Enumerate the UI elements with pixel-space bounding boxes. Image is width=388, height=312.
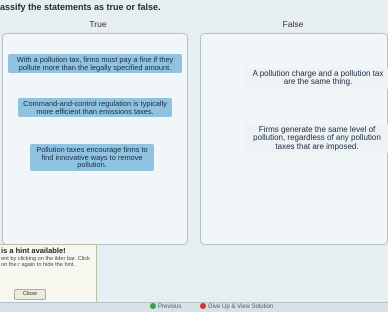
previous-button[interactable]: Previous xyxy=(150,303,181,312)
hint-body: ent by clicking on the ilder bar. Click … xyxy=(1,256,90,268)
statement-card[interactable]: Pollution taxes encourage firms to find … xyxy=(30,144,154,171)
hint-title: is a hint available! xyxy=(1,246,66,255)
give-up-label: Give Up & View Solution xyxy=(208,304,274,310)
false-column-header: False xyxy=(282,19,304,29)
statement-card[interactable]: Firms generate the same level of polluti… xyxy=(245,124,388,154)
give-up-icon xyxy=(200,303,206,310)
hint-close-button[interactable]: Close xyxy=(14,289,46,300)
false-drop-zone[interactable]: A pollution charge and a pollution tax a… xyxy=(200,33,388,245)
statement-card[interactable]: With a pollution tax, firms must pay a f… xyxy=(8,54,182,74)
hint-popup: is a hint available! ent by clicking on … xyxy=(0,244,97,304)
instruction-text: assify the statements as true or false. xyxy=(0,2,161,12)
give-up-button[interactable]: Give Up & View Solution xyxy=(200,303,273,312)
true-drop-zone[interactable]: With a pollution tax, firms must pay a f… xyxy=(2,33,188,245)
previous-icon xyxy=(150,303,156,310)
statement-card[interactable]: A pollution charge and a pollution tax a… xyxy=(245,68,388,89)
bottom-toolbar: Previous Give Up & View Solution xyxy=(0,302,388,312)
statement-card[interactable]: Command-and-control regulation is typica… xyxy=(18,98,172,118)
previous-label: Previous xyxy=(158,304,182,310)
true-column-header: True xyxy=(89,19,107,29)
